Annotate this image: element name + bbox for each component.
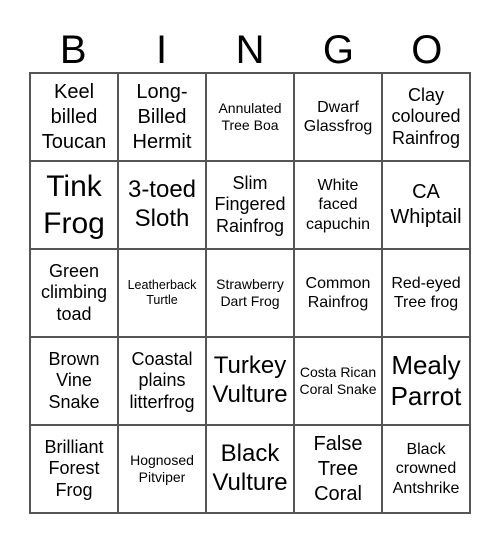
- bingo-cell[interactable]: Brilliant Forest Frog: [30, 425, 118, 513]
- bingo-card: Keel billed Toucan Long-Billed Hermit An…: [29, 72, 471, 514]
- bingo-cell[interactable]: Black Vulture: [206, 425, 294, 513]
- bingo-cell[interactable]: Green climbing toad: [30, 249, 118, 337]
- bingo-cell[interactable]: Tink Frog: [30, 161, 118, 249]
- bingo-cell[interactable]: Coastal plains litterfrog: [118, 337, 206, 425]
- header-letter-o: O: [411, 28, 443, 72]
- bingo-cell[interactable]: Common Rainfrog: [294, 249, 382, 337]
- bingo-cell[interactable]: Turkey Vulture: [206, 337, 294, 425]
- bingo-cell[interactable]: Red-eyed Tree frog: [382, 249, 470, 337]
- bingo-cell[interactable]: Brown Vine Snake: [30, 337, 118, 425]
- bingo-cell[interactable]: Long-Billed Hermit: [118, 73, 206, 161]
- header-letter-n: N: [235, 28, 265, 72]
- bingo-cell[interactable]: Annulated Tree Boa: [206, 73, 294, 161]
- bingo-cell[interactable]: CA Whiptail: [382, 161, 470, 249]
- header-letter-g: G: [322, 28, 354, 72]
- bingo-cell[interactable]: Costa Rican Coral Snake: [294, 337, 382, 425]
- bingo-cell[interactable]: Black crowned Antshrike: [382, 425, 470, 513]
- bingo-cell[interactable]: Hognosed Pitviper: [118, 425, 206, 513]
- bingo-cell[interactable]: Mealy Parrot: [382, 337, 470, 425]
- bingo-cell[interactable]: False Tree Coral: [294, 425, 382, 513]
- bingo-cell[interactable]: Dwarf Glassfrog: [294, 73, 382, 161]
- bingo-cell[interactable]: Clay coloured Rainfrog: [382, 73, 470, 161]
- bingo-cell[interactable]: Leatherback Turtle: [118, 249, 206, 337]
- bingo-cell[interactable]: Slim Fingered Rainfrog: [206, 161, 294, 249]
- bingo-cell[interactable]: Keel billed Toucan: [30, 73, 118, 161]
- header-letter-i: I: [156, 28, 168, 72]
- bingo-cell[interactable]: White faced capuchin: [294, 161, 382, 249]
- header-letter-b: B: [59, 28, 87, 72]
- bingo-cell[interactable]: 3-toed Sloth: [118, 161, 206, 249]
- bingo-cell[interactable]: Strawberry Dart Frog: [206, 249, 294, 337]
- bingo-header: B I N G O: [29, 28, 471, 72]
